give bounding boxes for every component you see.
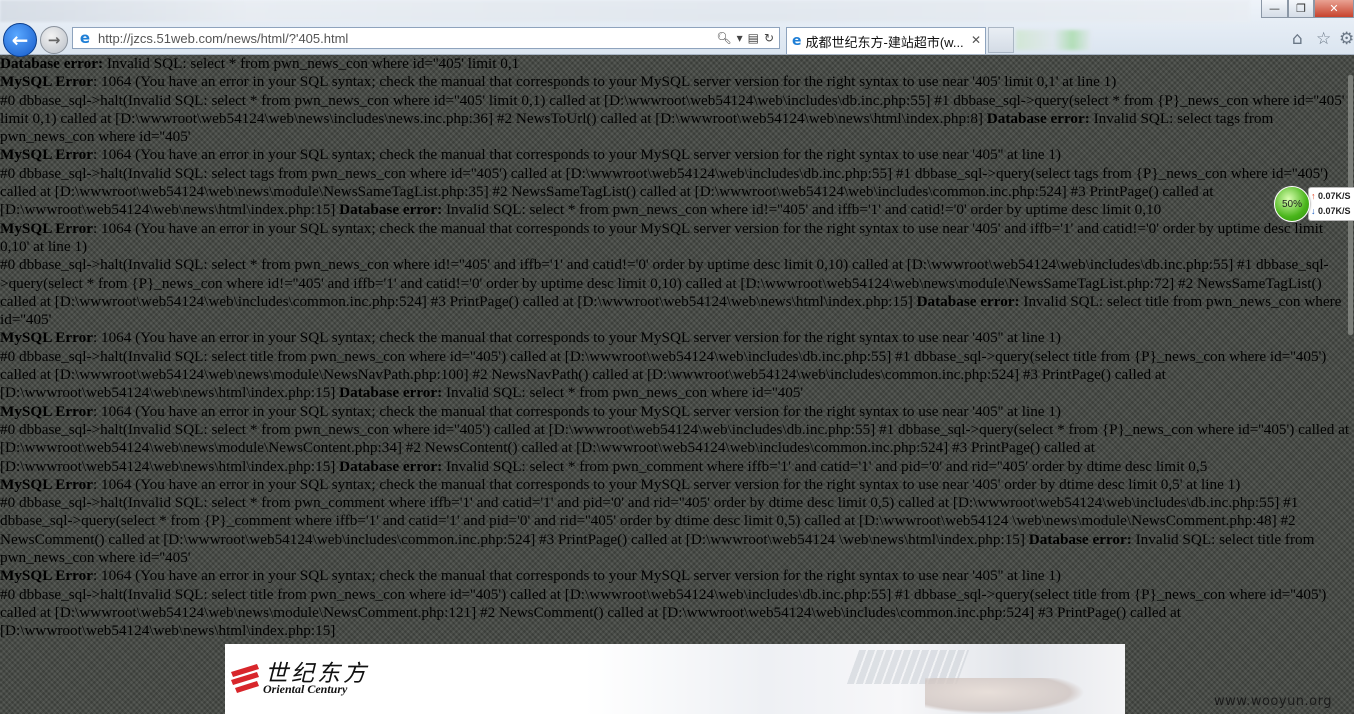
search-icon[interactable]: 🔍︎	[716, 31, 731, 45]
download-value: 0.07K/S	[1318, 206, 1351, 216]
error-label: MySQL Error	[0, 475, 93, 493]
upload-arrow-icon: ↑	[1311, 191, 1316, 201]
error-label: Database error:	[339, 201, 443, 219]
browser-chrome: ← → e http://jzcs.51web.com/news/html/?'…	[0, 0, 1354, 57]
close-button[interactable]: ✕	[1314, 0, 1354, 18]
error-label: MySQL Error	[0, 219, 93, 237]
error-text: : 1064 (You have an error in your SQL sy…	[0, 219, 1324, 255]
error-line: MySQL Error: 1064 (You have an error in …	[0, 329, 1352, 347]
error-line: #0 dbbase_sql->halt(Invalid SQL: select …	[0, 586, 1352, 641]
error-line: #0 dbbase_sql->halt(Invalid SQL: select …	[0, 494, 1352, 567]
tab-active[interactable]: e 成都世纪东方-建站超市(w... ✕	[786, 27, 986, 54]
error-line: MySQL Error: 1064 (You have an error in …	[0, 73, 1352, 91]
error-output: Database error: Invalid SQL: select * fr…	[0, 55, 1352, 655]
error-line: MySQL Error: 1064 (You have an error in …	[0, 476, 1352, 494]
gear-icon[interactable]: ⚙	[1339, 29, 1354, 49]
minimize-button[interactable]: —	[1261, 0, 1288, 18]
back-arrow-icon: ←	[11, 28, 29, 52]
error-text: : 1064 (You have an error in your SQL sy…	[92, 475, 1241, 493]
blurred-toolbar	[1016, 30, 1091, 50]
error-line: #0 dbbase_sql->halt(Invalid SQL: select …	[0, 256, 1352, 329]
address-bar[interactable]: e http://jzcs.51web.com/news/html/?'405.…	[72, 27, 780, 49]
error-line: MySQL Error: 1064 (You have an error in …	[0, 146, 1352, 164]
maximize-button[interactable]: ❐	[1288, 0, 1314, 18]
error-text: Invalid SQL: select * from pwn_news_con …	[442, 201, 1162, 219]
error-label: Database error:	[986, 109, 1090, 127]
error-label: MySQL Error	[0, 329, 93, 347]
stack-trace: #0 dbbase_sql->halt(Invalid SQL: select …	[0, 585, 1327, 640]
error-text: Invalid SQL: select * from pwn_news_con …	[103, 55, 520, 72]
error-line: Database error: Invalid SQL: select * fr…	[0, 55, 1352, 73]
error-line: MySQL Error: 1064 (You have an error in …	[0, 220, 1352, 257]
blurred-title-bar	[0, 0, 1250, 22]
home-icon[interactable]: ⌂	[1292, 29, 1303, 49]
download-speed: ↓ 0.07K/S	[1311, 206, 1351, 216]
error-text: : 1064 (You have an error in your SQL sy…	[92, 567, 1061, 585]
watermark: www.wooyun.org	[1214, 694, 1333, 709]
logo-mark-icon	[231, 664, 259, 693]
error-label: MySQL Error	[0, 73, 93, 91]
error-text: : 1064 (You have an error in your SQL sy…	[92, 146, 1061, 164]
address-url[interactable]: http://jzcs.51web.com/news/html/?'405.ht…	[98, 31, 716, 46]
error-line: #0 dbbase_sql->halt(Invalid SQL: select …	[0, 348, 1352, 403]
error-line: #0 dbbase_sql->halt(Invalid SQL: select …	[0, 421, 1352, 476]
back-button[interactable]: ←	[3, 23, 37, 57]
error-line: #0 dbbase_sql->halt(Invalid SQL: select …	[0, 92, 1352, 147]
forward-button[interactable]: →	[40, 26, 68, 54]
error-label: Database error:	[0, 55, 104, 72]
error-label: Database error:	[1028, 530, 1132, 548]
error-text: : 1064 (You have an error in your SQL sy…	[92, 402, 1061, 420]
speed-panel: ↑ 0.07K/S ↓ 0.07K/S	[1308, 187, 1354, 221]
tab-title: 成都世纪东方-建站超市(w...	[805, 34, 964, 50]
dropdown-icon[interactable]: ▾	[737, 31, 743, 45]
error-text: : 1064 (You have an error in your SQL sy…	[92, 73, 1117, 91]
site-banner: 世纪东方 Oriental Century	[225, 644, 1125, 714]
new-tab-button[interactable]	[988, 27, 1014, 53]
ie-tab-icon: e	[792, 33, 802, 49]
download-arrow-icon: ↓	[1311, 206, 1316, 216]
error-text: Invalid SQL: select * from pwn_comment w…	[442, 457, 1208, 475]
error-label: MySQL Error	[0, 402, 93, 420]
error-label: Database error:	[339, 384, 443, 402]
refresh-icon[interactable]: ↻	[764, 31, 774, 45]
logo-english: Oriental Century	[263, 682, 348, 696]
close-icon[interactable]: ✕	[971, 33, 981, 47]
error-label: Database error:	[916, 292, 1020, 310]
error-text: Invalid SQL: select * from pwn_news_con …	[442, 384, 804, 402]
network-speed-widget[interactable]: ↑ 0.07K/S ↓ 0.07K/S 50%	[1274, 184, 1354, 222]
compat-view-icon[interactable]: ▤	[748, 31, 759, 45]
error-label: MySQL Error	[0, 567, 93, 585]
error-label: MySQL Error	[0, 146, 93, 164]
upload-value: 0.07K/S	[1318, 191, 1351, 201]
error-line: MySQL Error: 1064 (You have an error in …	[0, 567, 1352, 585]
upload-speed: ↑ 0.07K/S	[1311, 191, 1351, 201]
banner-hand-image	[925, 678, 1085, 714]
star-icon[interactable]: ☆	[1316, 29, 1331, 49]
error-text: : 1064 (You have an error in your SQL sy…	[92, 329, 1061, 347]
ie-page-icon: e	[79, 29, 91, 47]
error-line: #0 dbbase_sql->halt(Invalid SQL: select …	[0, 165, 1352, 220]
error-label: Database error:	[339, 457, 443, 475]
forward-arrow-icon: →	[47, 31, 61, 49]
error-line: MySQL Error: 1064 (You have an error in …	[0, 403, 1352, 421]
memory-usage-ball[interactable]: 50%	[1274, 186, 1310, 222]
